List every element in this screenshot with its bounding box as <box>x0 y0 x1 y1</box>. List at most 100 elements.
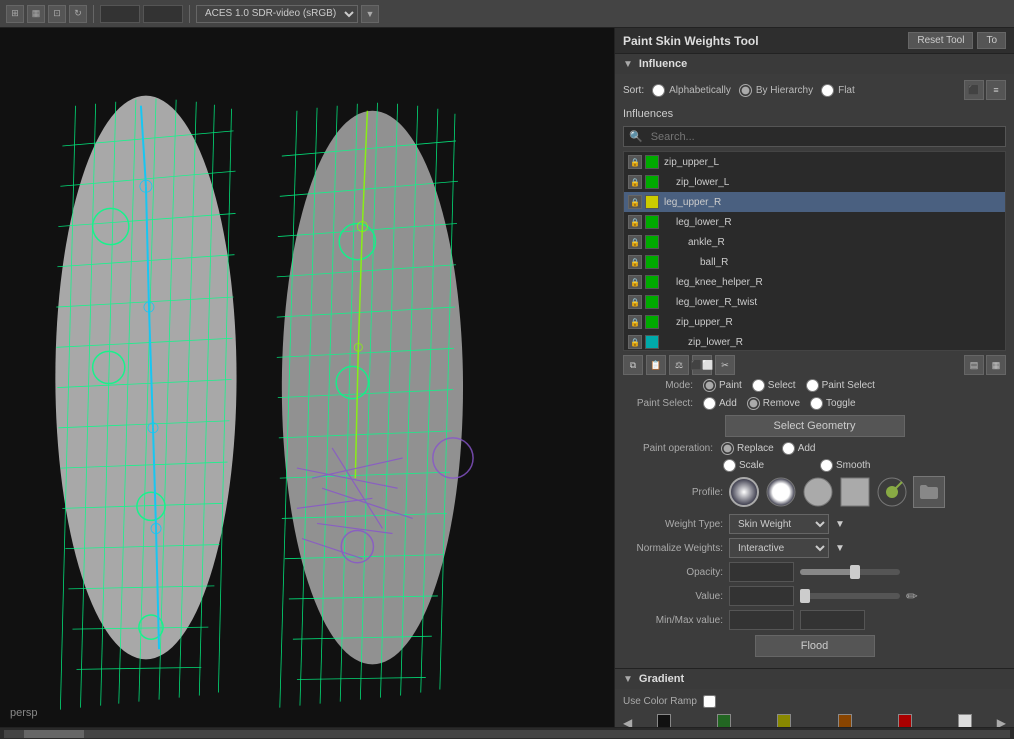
po-replace-radio[interactable] <box>721 442 734 455</box>
toolbar-value1[interactable]: 0.00 <box>100 5 140 23</box>
value-slider[interactable] <box>800 593 900 599</box>
profile-gaussian[interactable] <box>728 476 760 508</box>
sort-hier-radio[interactable] <box>739 84 752 97</box>
pen-icon[interactable]: ✏ <box>906 588 918 605</box>
minmax-min-input[interactable]: 0.0000 <box>729 610 794 630</box>
profile-solid[interactable] <box>802 476 834 508</box>
inf-tool-mirror[interactable]: ⬛⬜ <box>692 355 712 375</box>
color-stop-5[interactable] <box>898 714 912 727</box>
mode-select-radio[interactable] <box>752 379 765 392</box>
mode-paint-radio[interactable] <box>703 379 716 392</box>
toolbar-icon-3[interactable]: ⊡ <box>48 5 66 23</box>
normalize-dropdown[interactable]: Interactive <box>729 538 829 558</box>
influence-section-header[interactable]: ▼ Influence <box>615 54 1014 74</box>
h-scrollbar-track[interactable] <box>4 730 1010 738</box>
lock-icon: 🔒 <box>628 275 642 289</box>
po-smooth: Smooth <box>820 459 870 472</box>
top-toolbar: ⊞ ▦ ⊡ ↻ 0.00 1.00 ACES 1.0 SDR-video (sR… <box>0 0 1014 28</box>
list-item[interactable]: 🔒 leg_lower_R <box>624 212 1005 232</box>
list-item[interactable]: 🔒 zip_lower_L <box>624 172 1005 192</box>
inf-tool-copy[interactable]: ⧉ <box>623 355 643 375</box>
search-input[interactable] <box>648 128 1005 146</box>
gradient-right-arrow[interactable]: ▶ <box>997 716 1006 727</box>
to-btn[interactable]: To <box>977 32 1006 49</box>
inf-tool-paste[interactable]: 📋 <box>646 355 666 375</box>
opacity-slider-thumb[interactable] <box>850 565 860 579</box>
inf-tool-prune[interactable]: ✂ <box>715 355 735 375</box>
inf-tool-cols1[interactable]: ▤ <box>964 355 984 375</box>
list-item[interactable]: 🔒 ankle_R <box>624 232 1005 252</box>
value-slider-thumb[interactable] <box>800 589 810 603</box>
profile-flat[interactable] <box>765 476 797 508</box>
color-stop-1[interactable] <box>657 714 671 727</box>
toolbar-value2[interactable]: 1.00 <box>143 5 183 23</box>
inf-tool-cols2[interactable]: ▦ <box>986 355 1006 375</box>
ps-add-option: Add <box>703 397 737 410</box>
toolbar-icon-4[interactable]: ↻ <box>69 5 87 23</box>
normalize-arrow[interactable]: ▼ <box>835 543 845 554</box>
mode-label: Mode: <box>623 380 693 391</box>
toolbar-icons: ⊞ ▦ ⊡ ↻ 0.00 1.00 ACES 1.0 SDR-video (sR… <box>6 5 379 23</box>
profile-airbrush[interactable] <box>876 476 908 508</box>
paint-select-label: Paint Select: <box>623 398 693 409</box>
gradient-section-header[interactable]: ▼ Gradient <box>615 669 1014 689</box>
inf-tool-normalize[interactable]: ⚖ <box>669 355 689 375</box>
color-stop-2[interactable] <box>717 714 731 727</box>
viewport-canvas <box>0 28 614 727</box>
gradient-left-arrow[interactable]: ◀ <box>623 716 632 727</box>
opacity-row: Opacity: 0.5534 <box>623 562 1006 582</box>
profile-folder-btn[interactable] <box>913 476 945 508</box>
lock-icon: 🔒 <box>628 195 642 209</box>
list-item[interactable]: 🔒 leg_upper_R <box>624 192 1005 212</box>
sort-alpha-radio[interactable] <box>652 84 665 97</box>
profile-square[interactable] <box>839 476 871 508</box>
toolbar-icon-1[interactable]: ⊞ <box>6 5 24 23</box>
use-color-ramp-checkbox[interactable] <box>703 695 716 708</box>
minmax-max-input[interactable]: 1.0000 <box>800 610 865 630</box>
h-scrollbar-thumb[interactable] <box>24 730 84 738</box>
influence-color <box>645 175 659 189</box>
list-item[interactable]: 🔒 zip_lower_R <box>624 332 1005 351</box>
toolbar-icon-2[interactable]: ▦ <box>27 5 45 23</box>
weight-type-label: Weight Type: <box>623 519 723 530</box>
list-item[interactable]: 🔒 leg_lower_R_twist <box>624 292 1005 312</box>
influence-name: leg_upper_R <box>664 197 721 208</box>
flood-btn[interactable]: Flood <box>755 635 875 657</box>
weight-type-arrow[interactable]: ▼ <box>835 519 845 530</box>
po-add-radio[interactable] <box>782 442 795 455</box>
bottom-scrollbar[interactable] <box>0 727 1014 739</box>
renderer-select[interactable]: ACES 1.0 SDR-video (sRGB) <box>196 5 358 23</box>
value-input[interactable]: 0.0000 <box>729 586 794 606</box>
opacity-input[interactable]: 0.5534 <box>729 562 794 582</box>
po-smooth-radio[interactable] <box>820 459 833 472</box>
ps-remove-radio[interactable] <box>747 397 760 410</box>
reset-tool-btn[interactable]: Reset Tool <box>908 32 973 49</box>
inf-tool-btn-b[interactable]: ≡ <box>986 80 1006 100</box>
sort-flat-radio[interactable] <box>821 84 834 97</box>
renderer-dropdown-icon[interactable]: ▼ <box>361 5 379 23</box>
po-scale: Scale <box>723 459 764 472</box>
influence-list[interactable]: 🔒 zip_upper_L 🔒 zip_lower_L 🔒 leg_upper_… <box>623 151 1006 351</box>
viewport[interactable]: persp <box>0 28 614 727</box>
weight-type-dropdown[interactable]: Skin Weight <box>729 514 829 534</box>
color-stop-3[interactable] <box>777 714 791 727</box>
list-item[interactable]: 🔒 ball_R <box>624 252 1005 272</box>
lock-icon: 🔒 <box>628 335 642 349</box>
influence-name: leg_lower_R_twist <box>664 297 757 308</box>
profile-label: Profile: <box>633 487 723 498</box>
select-geo-btn[interactable]: Select Geometry <box>725 415 905 437</box>
inf-tool-btn-a[interactable]: ⬛ <box>964 80 984 100</box>
po-scale-radio[interactable] <box>723 459 736 472</box>
list-item[interactable]: 🔒 leg_knee_helper_R <box>624 272 1005 292</box>
po-replace-label: Replace <box>737 443 774 454</box>
color-stop-6[interactable] <box>958 714 972 727</box>
color-stop-4[interactable] <box>838 714 852 727</box>
ps-add-radio[interactable] <box>703 397 716 410</box>
panel-header-buttons: Reset Tool To <box>908 32 1006 49</box>
list-item[interactable]: 🔒 zip_upper_L <box>624 152 1005 172</box>
ps-toggle-radio[interactable] <box>810 397 823 410</box>
influence-name: zip_upper_L <box>664 157 719 168</box>
list-item[interactable]: 🔒 zip_upper_R <box>624 312 1005 332</box>
opacity-slider[interactable] <box>800 569 900 575</box>
mode-paintselect-radio[interactable] <box>806 379 819 392</box>
